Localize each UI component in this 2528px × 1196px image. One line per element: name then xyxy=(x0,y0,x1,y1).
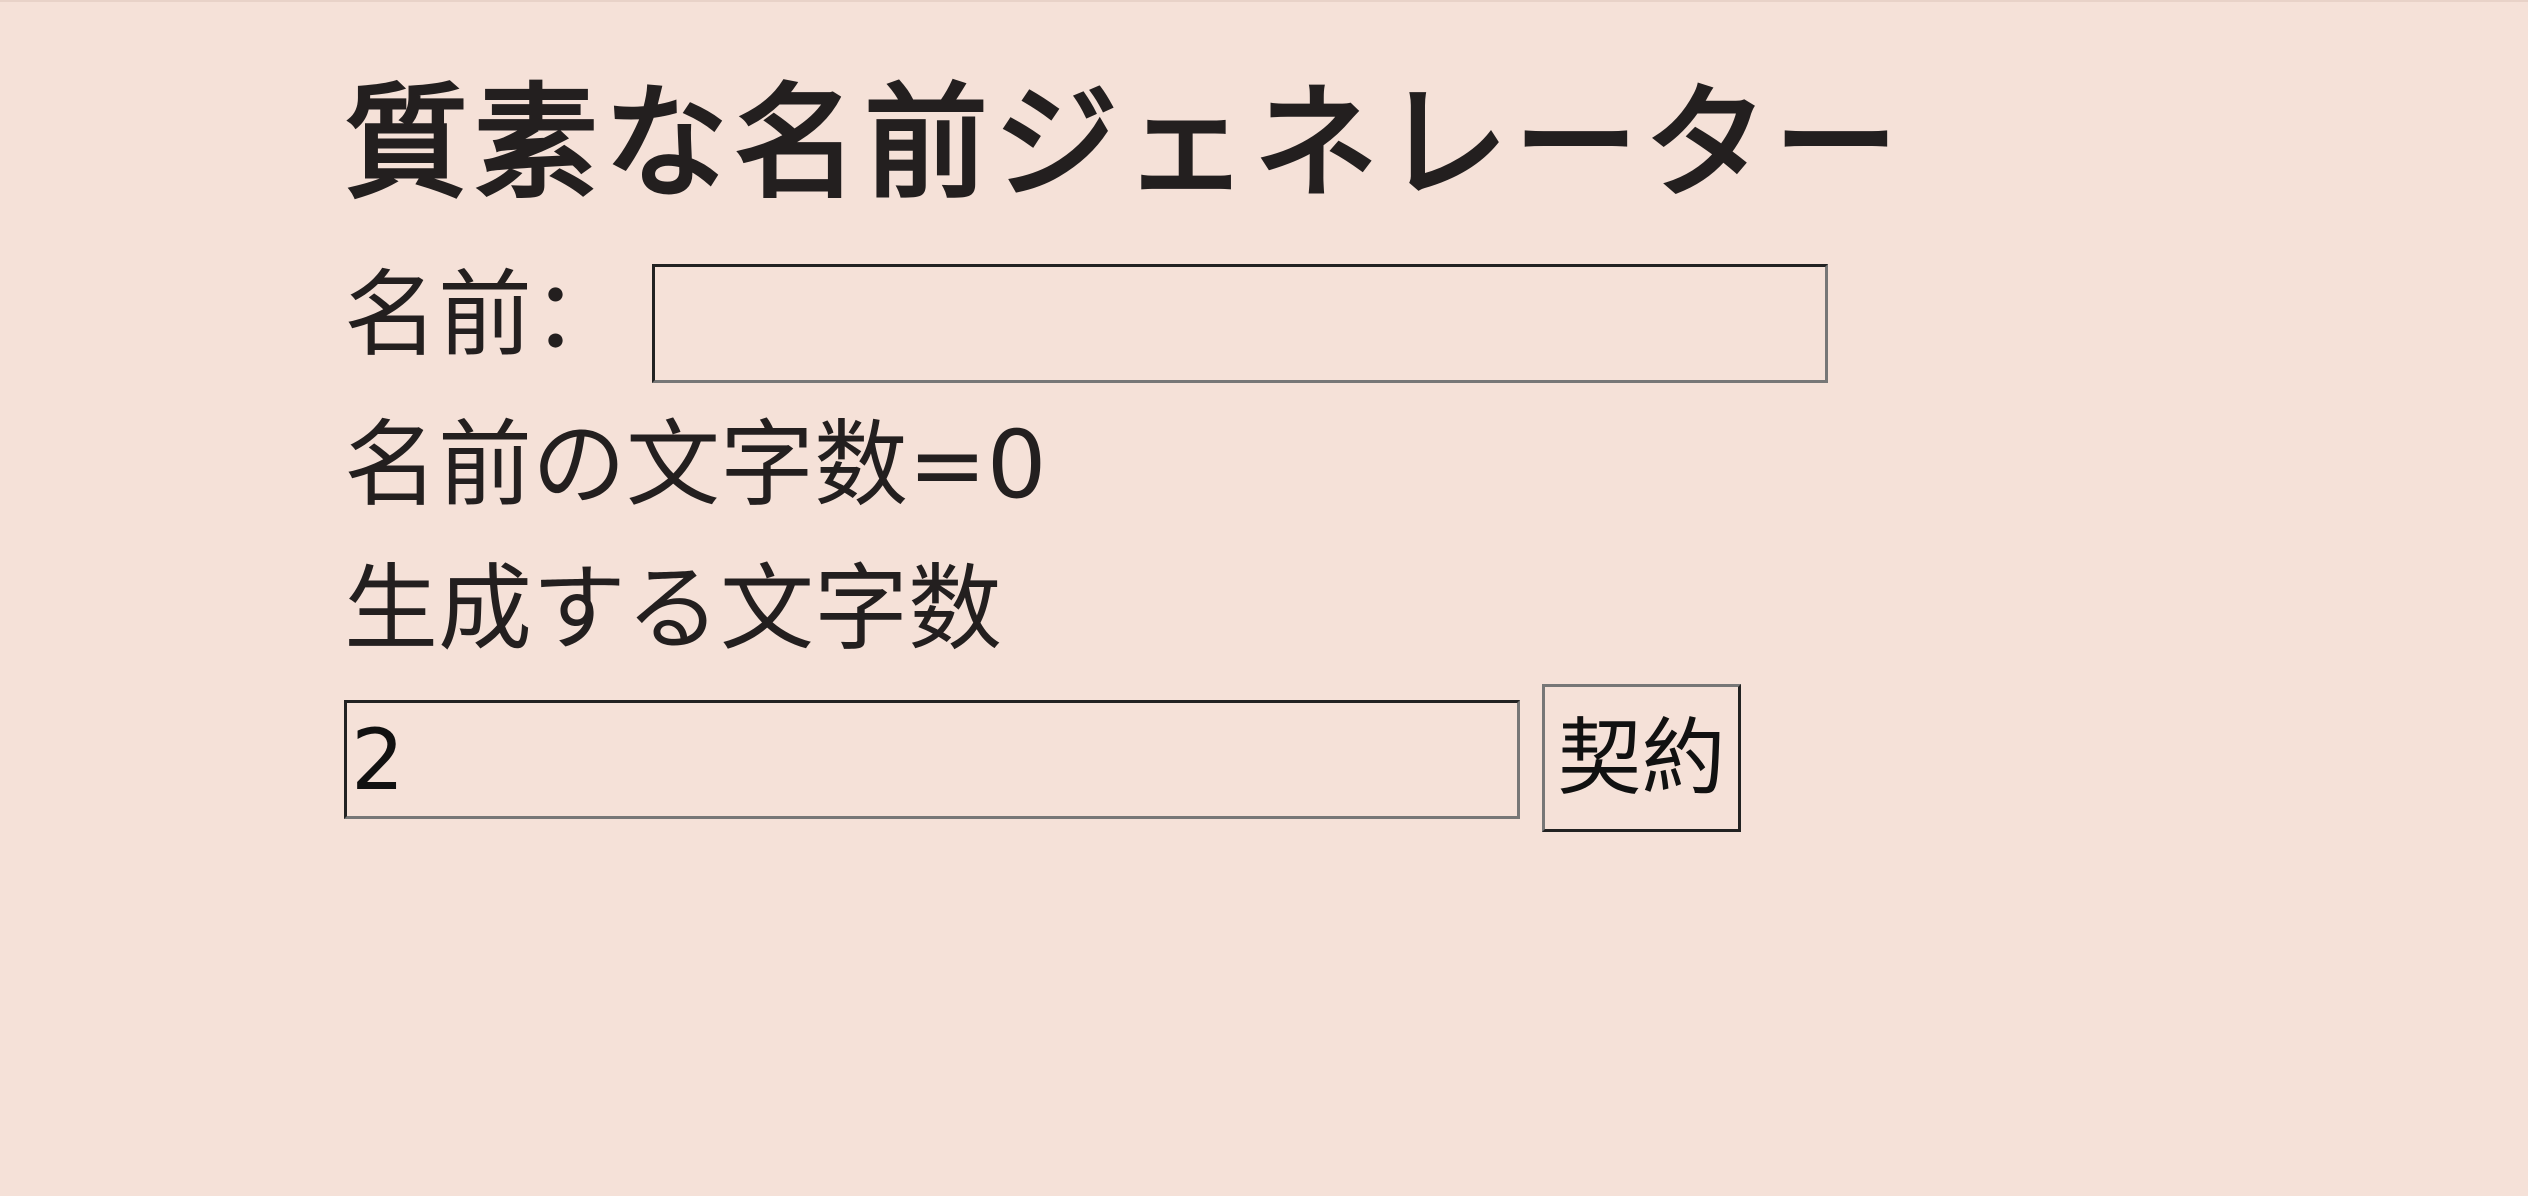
generate-count-label: 生成する文字数 xyxy=(344,555,1003,664)
name-input[interactable] xyxy=(652,264,1828,383)
name-count-row: 名前の文字数=0 xyxy=(344,406,1047,526)
name-count-label: 名前の文字数= xyxy=(344,411,987,520)
app-page: 質素な名前ジェネレーター 名前： 名前の文字数=0 生成する文字数 契約 xyxy=(0,0,2528,1196)
generate-button[interactable]: 契約 xyxy=(1542,684,1741,832)
generate-count-input[interactable] xyxy=(344,700,1520,819)
page-title: 質素な名前ジェネレーター xyxy=(344,72,1905,216)
name-count-value: 0 xyxy=(986,411,1047,520)
name-label: 名前： xyxy=(344,261,627,370)
